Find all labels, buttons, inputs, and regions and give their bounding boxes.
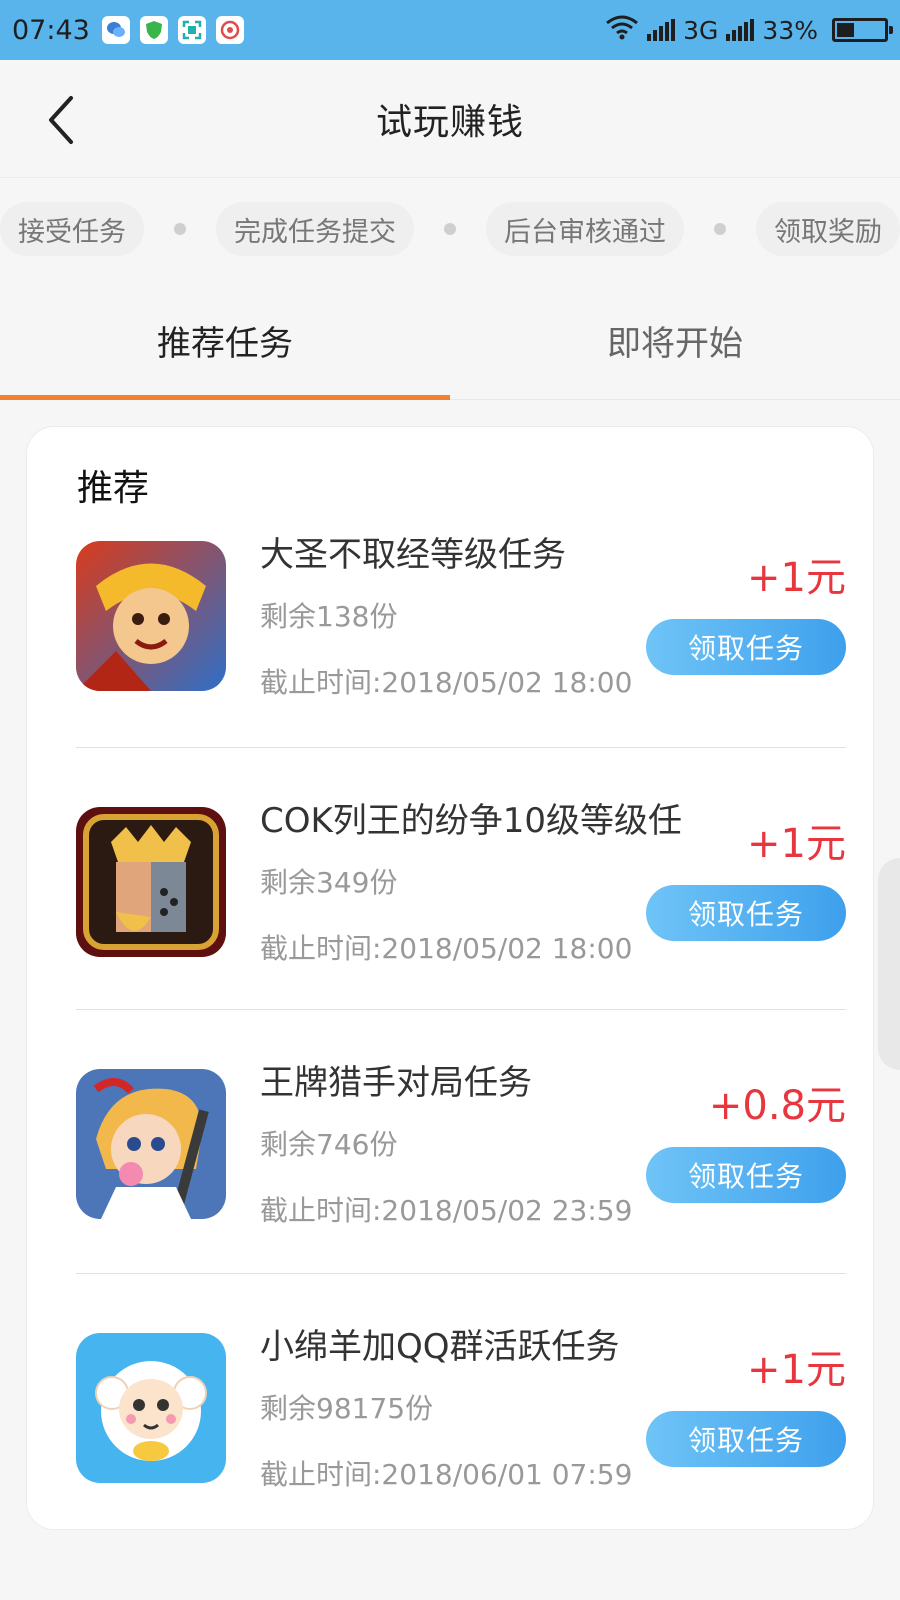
status-indicators: 3G 33% bbox=[605, 14, 893, 46]
weibo-icon bbox=[215, 16, 244, 44]
task-divider bbox=[76, 747, 846, 748]
monkey-king-game-icon bbox=[76, 541, 226, 691]
step-review-pass: 后台审核通过 bbox=[486, 202, 684, 256]
wifi-icon bbox=[605, 14, 639, 46]
tab-upcoming[interactable]: 即将开始 bbox=[450, 280, 900, 400]
status-time: 07:43 bbox=[12, 14, 90, 46]
chevron-left-icon bbox=[49, 96, 73, 144]
page-title: 试玩赚钱 bbox=[375, 101, 524, 143]
step-separator-dot bbox=[174, 223, 186, 235]
ace-hunter-game-icon bbox=[76, 1069, 226, 1219]
battery-fill bbox=[837, 23, 854, 37]
step-submit-task: 完成任务提交 bbox=[216, 202, 414, 256]
task-deadline: 截止时间:2018/05/02 18:00 bbox=[260, 666, 633, 699]
task-row[interactable]: 小绵羊加QQ群活跃任务 剩余98175份 截止时间:2018/06/01 07:… bbox=[76, 1309, 846, 1577]
wechat-icon bbox=[101, 16, 130, 44]
task-remaining: 剩余746份 bbox=[260, 1128, 398, 1161]
task-name: COK列王的纷争10级等级任 bbox=[260, 801, 683, 841]
status-app-icons bbox=[101, 16, 244, 44]
task-remaining: 剩余98175份 bbox=[260, 1392, 434, 1425]
task-name: 小绵羊加QQ群活跃任务 bbox=[260, 1327, 620, 1367]
network-type: 3G bbox=[683, 15, 719, 45]
section-title: 推荐 bbox=[77, 468, 150, 509]
claim-task-button[interactable]: 领取任务 bbox=[646, 1147, 846, 1203]
step-separator-dot bbox=[714, 223, 726, 235]
task-row[interactable]: 大圣不取经等级任务 剩余138份 截止时间:2018/05/02 18:00 +… bbox=[76, 517, 846, 785]
back-button[interactable] bbox=[36, 90, 86, 150]
battery-percent: 33% bbox=[762, 15, 818, 45]
step-accept-task: 接受任务 bbox=[0, 202, 144, 256]
task-deadline: 截止时间:2018/05/02 23:59 bbox=[260, 1194, 633, 1227]
side-scroll-handle[interactable] bbox=[878, 858, 900, 1070]
task-tabs: 推荐任务 即将开始 bbox=[0, 280, 900, 400]
claim-task-button[interactable]: 领取任务 bbox=[646, 885, 846, 941]
step-claim-reward: 领取奖励 bbox=[756, 202, 900, 256]
task-name: 王牌猎手对局任务 bbox=[260, 1063, 532, 1103]
status-bar: 07:43 3G 33% bbox=[0, 0, 900, 60]
task-deadline: 截止时间:2018/05/02 18:00 bbox=[260, 932, 633, 965]
claim-task-button[interactable]: 领取任务 bbox=[646, 619, 846, 675]
task-divider bbox=[76, 1009, 846, 1010]
app-header: 试玩赚钱 bbox=[0, 60, 900, 178]
signal-strength-icon bbox=[647, 19, 676, 41]
task-remaining: 剩余349份 bbox=[260, 866, 398, 899]
task-row[interactable]: COK列王的纷争10级等级任 剩余349份 截止时间:2018/05/02 18… bbox=[76, 783, 846, 1051]
scan-icon bbox=[177, 16, 206, 44]
task-name: 大圣不取经等级任务 bbox=[260, 535, 566, 575]
step-separator-dot bbox=[444, 223, 456, 235]
task-reward: +1元 bbox=[747, 555, 846, 601]
little-sheep-app-icon bbox=[76, 1333, 226, 1483]
task-reward: +0.8元 bbox=[708, 1083, 846, 1129]
security-shield-icon bbox=[139, 16, 168, 44]
task-steps: 接受任务 完成任务提交 后台审核通过 领取奖励 bbox=[0, 198, 900, 260]
recommended-task-card: 推荐 大圣不取经等级任务 剩余138份 截止时间:2018/05/02 18:0… bbox=[26, 426, 874, 1530]
task-reward: +1元 bbox=[747, 821, 846, 867]
task-deadline: 截止时间:2018/06/01 07:59 bbox=[260, 1458, 633, 1491]
signal-strength-icon-2 bbox=[726, 19, 755, 41]
tab-recommended[interactable]: 推荐任务 bbox=[0, 280, 450, 400]
task-reward: +1元 bbox=[747, 1347, 846, 1393]
battery-icon bbox=[832, 18, 893, 42]
clash-of-kings-game-icon bbox=[76, 807, 226, 957]
claim-task-button[interactable]: 领取任务 bbox=[646, 1411, 846, 1467]
task-divider bbox=[76, 1273, 846, 1274]
task-remaining: 剩余138份 bbox=[260, 600, 398, 633]
